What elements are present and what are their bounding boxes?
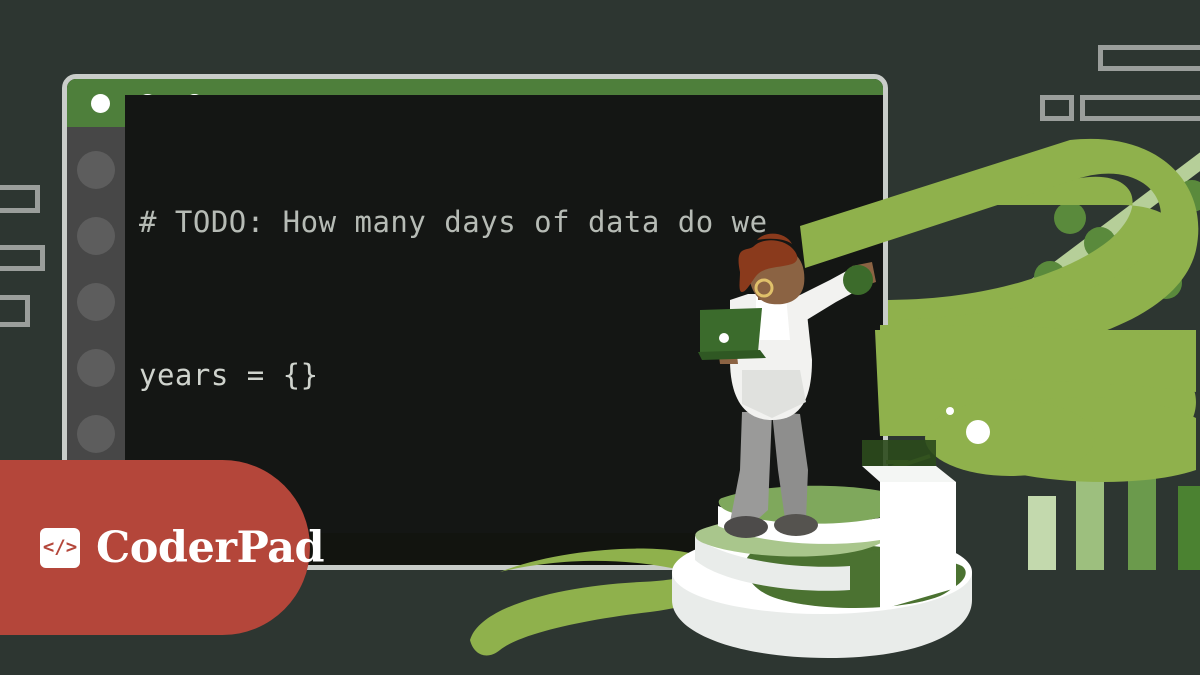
code-brackets-icon: </> <box>40 527 80 568</box>
laptop-logo-icon <box>719 333 729 343</box>
person-shoe-right <box>774 514 818 536</box>
podium-dark-top <box>862 440 936 466</box>
coderpad-wordmark: CoderPad <box>96 522 325 573</box>
person-hand-grip <box>843 265 873 295</box>
snake-eye-highlight-icon <box>946 407 954 415</box>
podium-white-block <box>880 482 956 610</box>
laptop-screen <box>700 308 762 354</box>
podium-white-block-top <box>862 466 956 482</box>
person-leg-left <box>730 412 772 528</box>
illustration-canvas: # TODO: How many days of data do we year… <box>0 0 1200 675</box>
snake-eye-icon <box>966 420 990 444</box>
coderpad-logo-badge[interactable]: </> CoderPad <box>0 460 325 635</box>
circular-podium <box>672 440 972 658</box>
person-shoe-left <box>724 516 768 538</box>
